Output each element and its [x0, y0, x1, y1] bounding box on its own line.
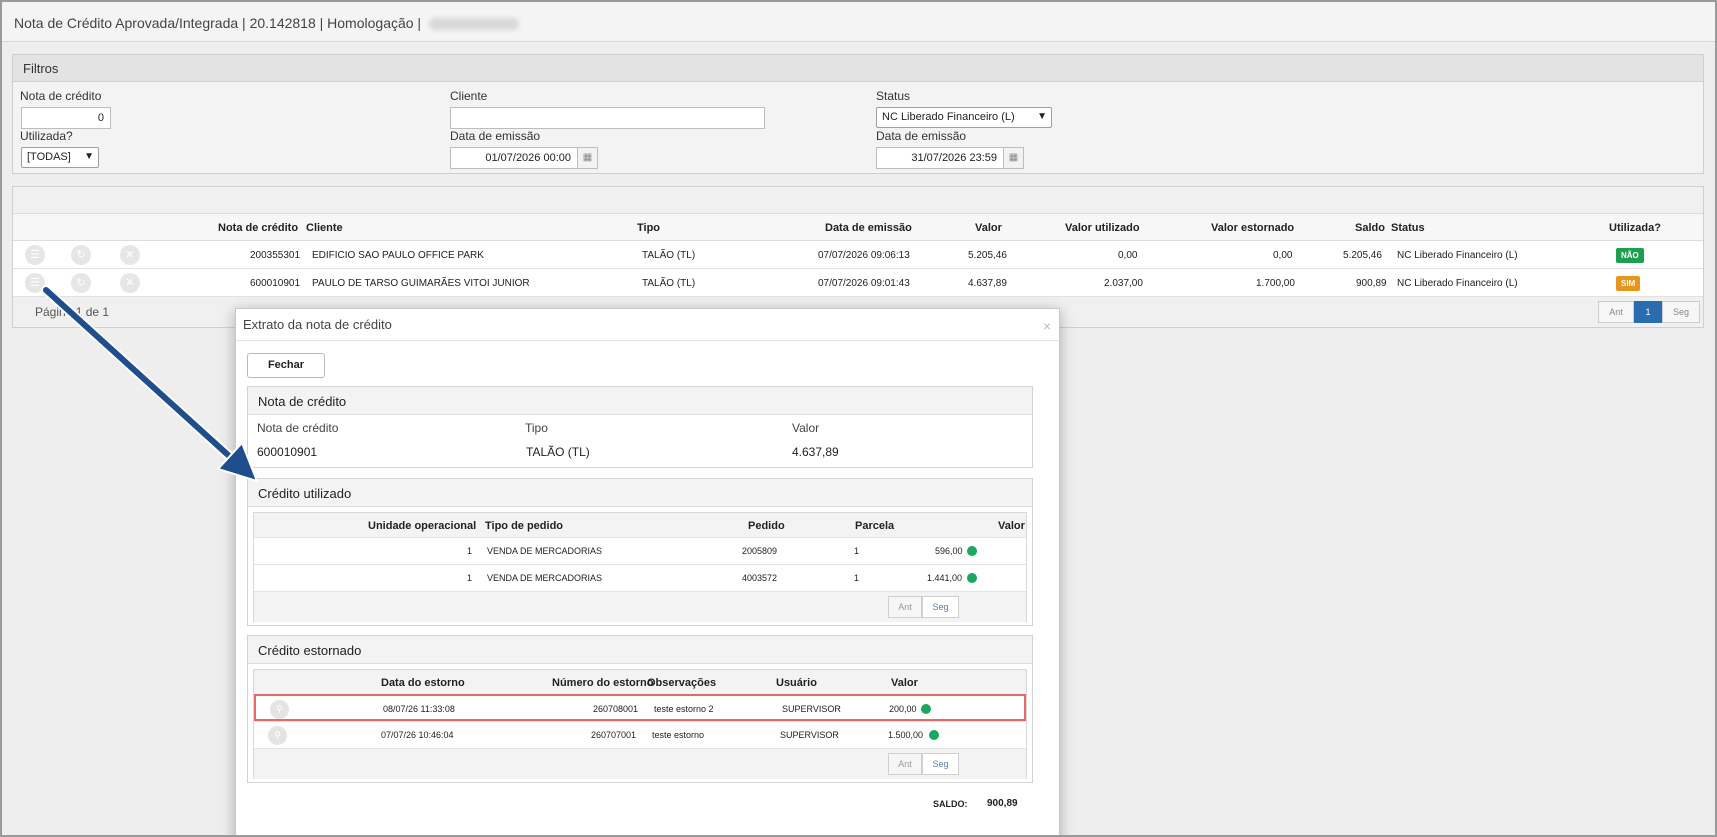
- app-window: Nota de Crédito Aprovada/Integrada | 20.…: [0, 0, 1717, 837]
- annotation-arrow: [41, 285, 259, 483]
